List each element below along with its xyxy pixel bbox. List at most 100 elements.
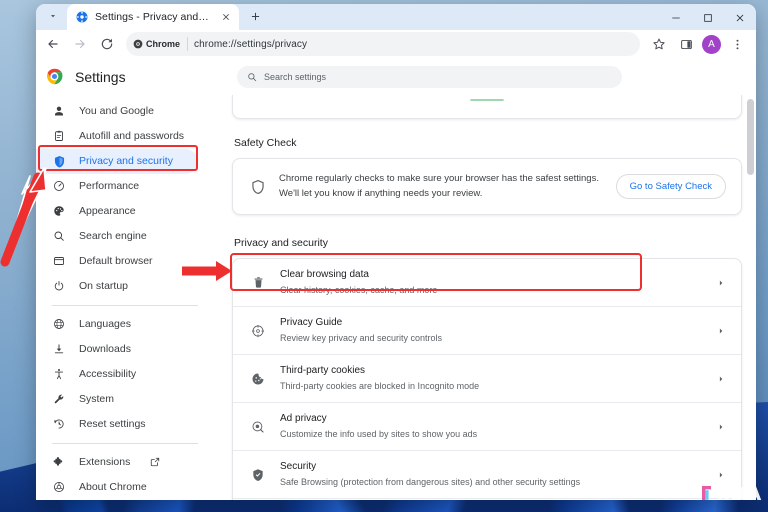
safety-check-heading: Safety Check [234,136,297,149]
safety-check-line-1: Chrome regularly checks to make sure you… [279,172,599,184]
bookmark-star-icon[interactable] [646,31,672,57]
search-icon [52,229,66,243]
external-link-icon [151,458,160,467]
chevron-right-icon [717,423,727,431]
side-panel-icon[interactable] [673,31,699,57]
shield-icon [250,467,266,483]
address-bar[interactable]: Chrome chrome://settings/privacy [126,32,640,57]
row-subtitle: Clear history, cookies, cache, and more [280,284,438,295]
settings-header: Settings Search settings [36,58,756,95]
shield-icon [52,154,66,168]
settings-sidebar: You and Google Autofill and passwords Pr… [36,94,212,500]
origin-chip-label: Chrome [146,39,181,50]
avatar[interactable]: A [702,34,721,54]
chevron-right-icon [717,327,727,335]
clipboard-icon [52,129,66,143]
privacy-row-privacy-guide[interactable]: Privacy Guide Review key privacy and sec… [233,307,741,356]
privacy-heading: Privacy and security [234,237,328,250]
sidebar-item-autofill-and-passwords[interactable]: Autofill and passwords [36,124,198,149]
chrome-logo-icon [46,69,63,85]
sidebar-item-reset-settings[interactable]: Reset settings [36,412,198,437]
partial-card-above [232,94,742,119]
palette-icon [52,204,66,218]
browser-tab[interactable]: Settings - Privacy and security [67,4,239,30]
privacy-row-site-settings[interactable]: Site settings Controls what information … [233,499,741,500]
close-window-button[interactable] [724,4,756,32]
trash-icon [250,275,266,291]
wrench-icon [52,392,66,406]
row-subtitle: Safe Browsing (protection from dangerous… [280,476,581,487]
sidebar-divider-2 [52,442,198,444]
forward-button[interactable] [67,31,93,57]
row-title: Clear browsing data [280,269,369,281]
row-text: Third-party cookies Third-party cookies … [280,364,703,393]
scrollbar-thumb[interactable] [747,98,754,175]
tab-title: Settings - Privacy and security [95,11,211,23]
power-icon [52,279,66,293]
privacy-row-security[interactable]: Security Safe Browsing (protection from … [233,451,741,500]
go-to-safety-check-button[interactable]: Go to Safety Check [615,174,726,200]
cookie-icon [250,371,266,387]
safety-check-description: Chrome regularly checks to make sure you… [279,172,603,201]
chrome-menu-icon[interactable] [724,31,750,57]
chevron-right-icon [717,279,727,287]
sidebar-item-privacy-and-security[interactable]: Privacy and security [36,148,198,174]
puzzle-icon [52,455,66,469]
chrome-icon [52,480,66,494]
privacy-row-ad-privacy[interactable]: Ad privacy Customize the info used by si… [233,403,741,452]
sidebar-item-label: Performance [79,180,140,193]
chevron-right-icon [717,375,727,383]
sidebar-item-label: You and Google [79,105,154,118]
settings-gear-favicon [76,11,88,23]
sidebar-item-search-engine[interactable]: Search engine [36,224,198,249]
sidebar-item-label: Appearance [79,205,136,218]
tab-search-icon[interactable] [42,5,64,27]
search-settings-input[interactable]: Search settings [237,65,622,88]
chevron-right-icon [717,471,727,479]
sidebar-item-label: Reset settings [79,418,146,431]
row-title: Security [280,461,317,473]
sidebar-item-default-browser[interactable]: Default browser [36,249,198,274]
sidebar-item-downloads[interactable]: Downloads [36,337,198,362]
sidebar-divider-1 [52,304,198,306]
chrome-origin-chip: Chrome [133,37,189,52]
sidebar-item-languages[interactable]: Languages [36,312,198,337]
sidebar-item-performance[interactable]: Performance [36,174,198,199]
sidebar-item-about-chrome[interactable]: About Chrome [36,475,198,500]
chrome-browser-window: Settings - Privacy and security [36,4,756,500]
row-text: Clear browsing data Clear history, cooki… [280,268,703,297]
sidebar-item-appearance[interactable]: Appearance [36,199,198,224]
row-title: Third-party cookies [280,365,366,377]
history-restore-icon [52,417,66,431]
ad-privacy-icon [250,419,266,435]
chrome-icon [133,40,143,49]
back-button[interactable] [40,31,66,57]
settings-body: You and Google Autofill and passwords Pr… [36,94,756,500]
search-icon [248,73,257,82]
close-tab-icon[interactable] [218,10,233,25]
browser-toolbar: Chrome chrome://settings/privacy A [36,30,756,59]
privacy-row-third-party-cookies[interactable]: Third-party cookies Third-party cookies … [233,355,741,404]
reload-button[interactable] [94,31,120,57]
xda-logo-icon [702,486,762,500]
page-title: Settings [75,68,126,85]
safety-check-card: Chrome regularly checks to make sure you… [232,157,742,216]
sidebar-item-accessibility[interactable]: Accessibility [36,362,198,387]
maximize-button[interactable] [692,4,724,32]
row-title: Ad privacy [280,413,327,425]
sidebar-item-label: Default browser [79,255,153,268]
row-subtitle: Review key privacy and security controls [280,332,443,343]
sidebar-item-system[interactable]: System [36,387,198,412]
minimize-button[interactable] [660,4,692,32]
sidebar-item-label: System [79,393,115,406]
privacy-row-clear-browsing-data[interactable]: Clear browsing data Clear history, cooki… [233,259,741,308]
globe-icon [52,317,66,331]
sidebar-item-extensions[interactable]: Extensions [36,450,198,475]
sidebar-item-label: Extensions [79,456,131,469]
sidebar-item-label: Downloads [79,343,131,356]
sidebar-item-on-startup[interactable]: On startup [36,274,198,299]
sidebar-item-you-and-google[interactable]: You and Google [36,99,198,124]
vertical-scrollbar[interactable] [747,95,754,500]
sidebar-item-label: On startup [79,280,129,293]
new-tab-button[interactable] [244,5,266,27]
